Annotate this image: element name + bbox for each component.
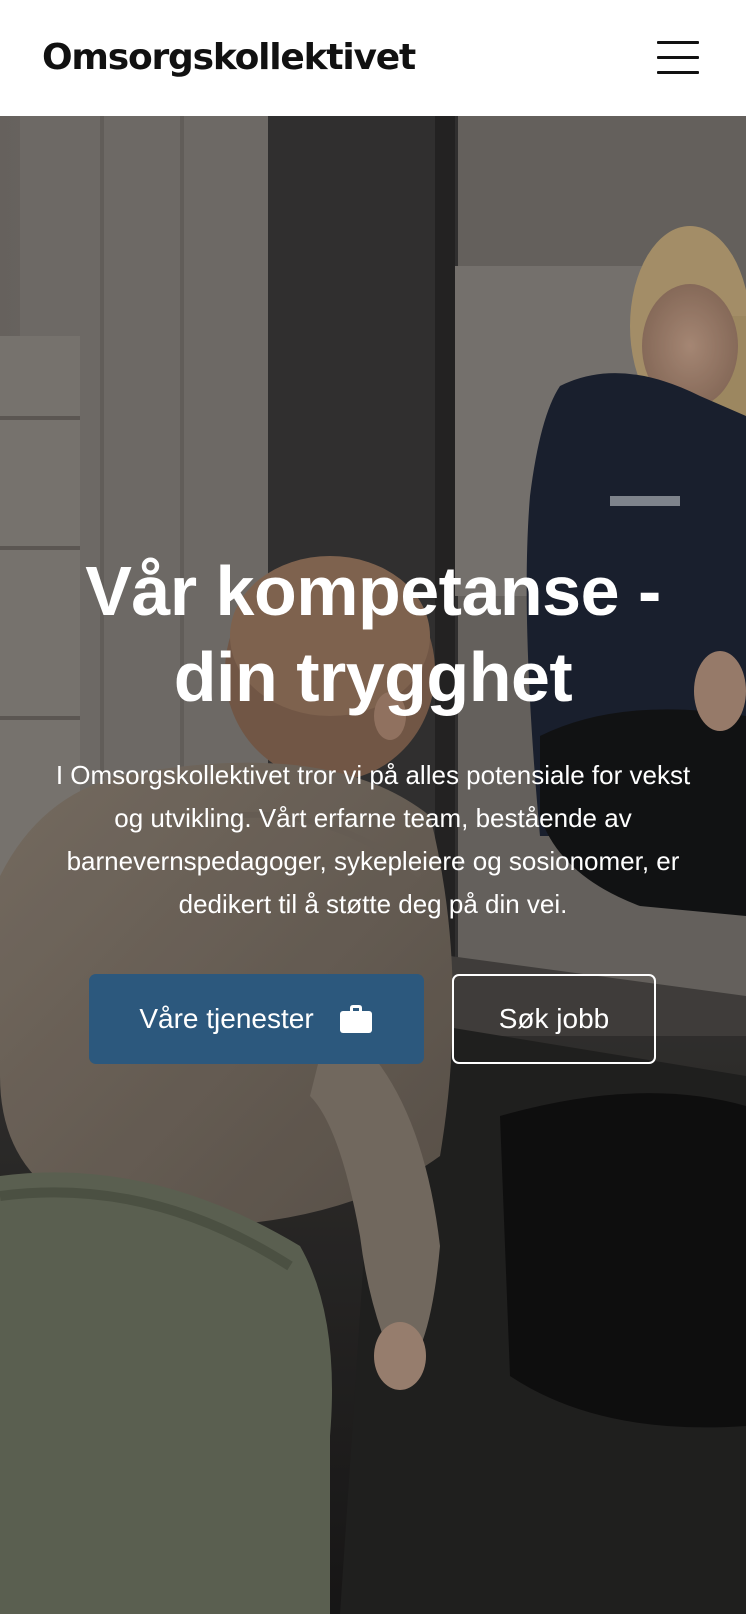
- hero-section: Vår kompetanse - din trygghet I Omsorgsk…: [0, 116, 746, 1614]
- site-logo[interactable]: Omsorgskollektivet: [42, 36, 416, 80]
- apply-job-button[interactable]: Søk jobb: [452, 974, 656, 1064]
- services-button-label: Våre tjenester: [139, 1003, 314, 1034]
- site-header: Omsorgskollektivet: [0, 0, 746, 116]
- hero-title: Vår kompetanse - din trygghet: [85, 552, 661, 716]
- menu-line: [657, 56, 699, 59]
- hero-description: I Omsorgskollektivet tror vi på alles po…: [55, 760, 691, 919]
- menu-line: [657, 41, 699, 44]
- hero-content: Vår kompetanse - din trygghet I Omsorgsk…: [0, 116, 746, 1614]
- hamburger-menu-icon[interactable]: [652, 34, 702, 80]
- services-button[interactable]: Våre tjenester: [89, 974, 424, 1064]
- briefcase-icon: [339, 1005, 372, 1033]
- menu-line: [657, 71, 699, 74]
- apply-job-button-label: Søk jobb: [498, 1003, 610, 1034]
